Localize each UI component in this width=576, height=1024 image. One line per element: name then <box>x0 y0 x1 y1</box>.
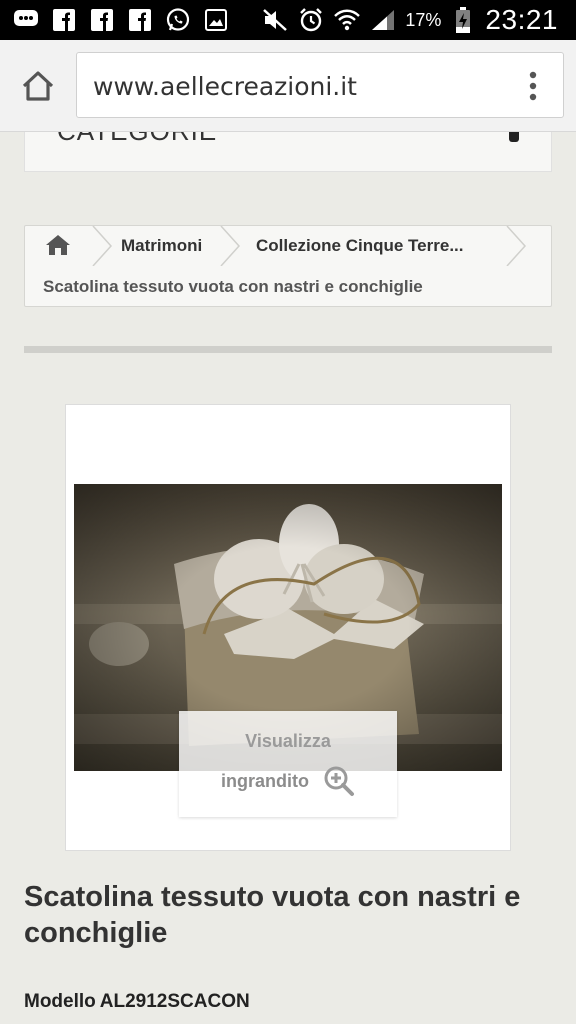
breadcrumb-current: Scatolina tessuto vuota con nastri e con… <box>43 277 423 296</box>
category-label[interactable]: CATEGORIE <box>57 132 217 147</box>
facebook-icon <box>126 6 154 34</box>
home-icon[interactable] <box>45 234 71 256</box>
chat-icon <box>12 6 40 34</box>
breadcrumb-row: Matrimoni Collezione Cinque Terre... <box>25 226 551 266</box>
battery-percent: 17% <box>405 9 442 30</box>
wifi-icon <box>333 6 361 34</box>
facebook-icon <box>50 6 78 34</box>
zoom-label-line1[interactable]: Visualizza <box>179 731 397 752</box>
clock: 23:21 <box>485 4 558 35</box>
model-code: AL2912SCACON <box>99 991 250 1012</box>
chevron-right-icon <box>92 226 113 266</box>
zoom-button[interactable]: Visualizza ingrandito <box>179 711 397 817</box>
facebook-icon <box>88 6 116 34</box>
home-icon[interactable] <box>18 66 58 106</box>
url-text[interactable]: www.aellecreazioni.it <box>93 72 357 101</box>
browser-toolbar: www.aellecreazioni.it <box>0 40 576 132</box>
signal-icon <box>369 6 397 34</box>
category-toggle-icon[interactable] <box>509 132 519 142</box>
model-label: Modello <box>24 991 96 1012</box>
alarm-icon <box>297 6 325 34</box>
breadcrumb: Matrimoni Collezione Cinque Terre... Sca… <box>24 225 552 307</box>
zoom-in-icon[interactable] <box>323 765 355 797</box>
chevron-right-icon <box>220 226 241 266</box>
gallery-icon <box>202 6 230 34</box>
section-divider <box>24 346 552 353</box>
chevron-right-icon <box>506 226 527 266</box>
product-title: Scatolina tessuto vuota con nastri e con… <box>24 881 521 949</box>
breadcrumb-item-collezione[interactable]: Collezione Cinque Terre... <box>256 236 464 256</box>
more-vert-icon[interactable] <box>521 71 545 101</box>
zoom-label-line2[interactable]: ingrandito <box>221 771 309 792</box>
whatsapp-icon <box>164 6 192 34</box>
mute-icon <box>261 6 289 34</box>
product-model: Modello AL2912SCACON <box>24 991 250 1013</box>
product-image-card[interactable]: Visualizza ingrandito <box>65 404 511 851</box>
status-bar: 17% 23:21 <box>0 0 576 40</box>
category-menu[interactable]: CATEGORIE <box>24 132 552 172</box>
url-bar[interactable]: www.aellecreazioni.it <box>76 52 564 118</box>
battery-charging-icon <box>449 6 477 34</box>
breadcrumb-item-matrimoni[interactable]: Matrimoni <box>121 236 202 256</box>
